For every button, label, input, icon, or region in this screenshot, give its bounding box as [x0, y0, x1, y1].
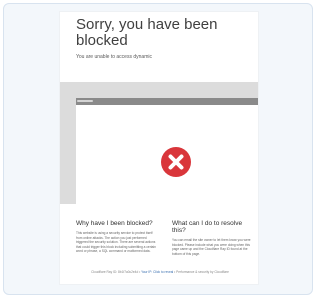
x-circle-icon [161, 147, 191, 177]
why-blocked-body: This website is using a security service… [76, 231, 156, 254]
block-page: Sorry, you have been blocked You are una… [60, 12, 258, 284]
resolve-body: You can email the site owner to let them… [172, 238, 251, 256]
browser-illustration [60, 82, 258, 204]
page-subtitle: You are unable to access dynamic [76, 54, 152, 60]
why-blocked-heading: Why have I been blocked? [76, 220, 153, 227]
reveal-ip-link[interactable]: Your IP: Click to reveal [141, 270, 173, 274]
resolve-heading: What can I do to resolve this? [172, 220, 243, 234]
why-blocked-section: Why have I been blocked? This website is… [76, 220, 156, 254]
footer: Cloudflare Ray ID: 8b1f7a0c2e4d • Your I… [76, 270, 244, 274]
resolve-section: What can I do to resolve this? You can e… [172, 220, 252, 256]
performance-credit: Performance & security by Cloudflare [176, 270, 229, 274]
ray-id: Cloudflare Ray ID: 8b1f7a0c2e4d [91, 270, 139, 274]
browser-toolbar [76, 98, 258, 105]
browser-tab [77, 100, 93, 102]
page-title: Sorry, you have been blocked [76, 16, 218, 49]
